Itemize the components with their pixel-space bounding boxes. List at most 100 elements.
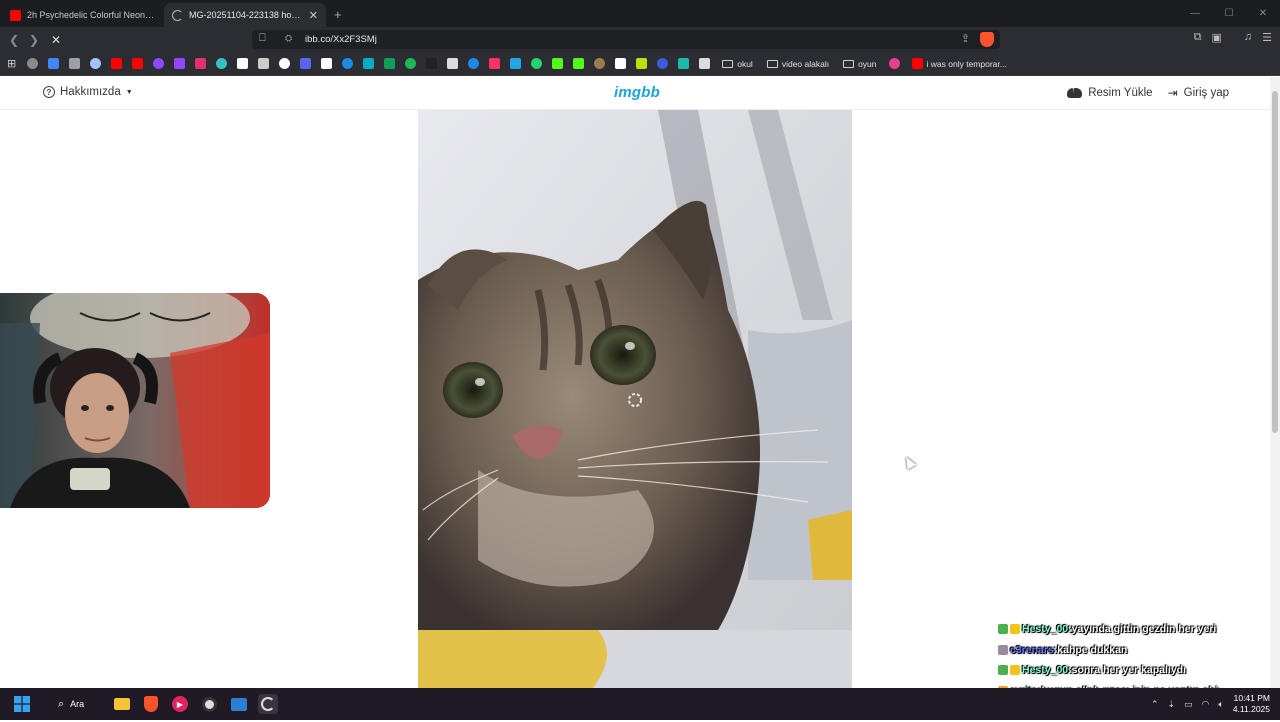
upload-button[interactable]: Resim Yükle [1067, 85, 1153, 100]
cloud-upload-icon [1067, 85, 1083, 98]
bookmark-site-icon[interactable] [153, 58, 165, 69]
bookmark-site-icon[interactable] [447, 58, 459, 69]
bookmark-site-icon[interactable] [468, 58, 480, 69]
clock[interactable]: 10:41 PM 4.11.2025 [1233, 693, 1270, 715]
bookmark-site-icon[interactable] [90, 58, 102, 69]
sidebar-icon[interactable]: ▣ [1211, 31, 1221, 44]
bookmark-site-icon[interactable] [237, 58, 249, 69]
bookmark-site-icon[interactable] [678, 58, 690, 69]
volume-icon[interactable]: 🔈︎ [1218, 699, 1223, 710]
display-icon[interactable]: ▭ [1184, 699, 1193, 710]
system-tray: ⌃ ⇣ ▭ ◠ 🔈︎ 10:41 PM 4.11.2025 [1151, 688, 1280, 720]
bookmark-site-icon[interactable] [258, 58, 270, 69]
bookmark-site-icon[interactable] [27, 58, 39, 69]
windows-start-icon[interactable] [12, 694, 32, 714]
tab-title: 2h Psychedelic Colorful Neon Backg [27, 10, 156, 20]
bookmark-site-icon[interactable] [321, 58, 333, 69]
bookmark-site-icon[interactable] [573, 58, 585, 69]
page-scrollbar[interactable] [1270, 77, 1280, 688]
bookmark-site-icon[interactable] [111, 58, 123, 69]
extensions-icon[interactable]: ⧉ [1194, 31, 1202, 44]
media-icon[interactable]: ♫ [1244, 31, 1252, 44]
bookmark-site-icon[interactable] [426, 58, 438, 69]
url-text[interactable]: ibb.co/Xx2F3SMj [305, 34, 377, 45]
bookmark-site-icon[interactable] [300, 58, 312, 69]
upload-label: Resim Yükle [1088, 87, 1153, 99]
menu-icon[interactable]: ☰ [1262, 31, 1272, 44]
hosted-cat-photo[interactable] [418, 110, 852, 688]
webcam-feed [0, 293, 270, 508]
bookmark-pink-icon[interactable] [888, 58, 900, 69]
apps-grid-icon[interactable]: ⊞ [7, 57, 16, 70]
bookmark-site-icon[interactable] [615, 58, 627, 69]
file-explorer-icon[interactable] [112, 694, 132, 714]
bookmark-site-icon[interactable] [216, 58, 228, 69]
window-controls: — ☐ ✕ [1178, 0, 1280, 27]
back-icon[interactable]: ❮ [4, 30, 24, 50]
streamer-webcam-overlay [0, 293, 270, 508]
tab-imgbb[interactable]: MG-20251104-223138 hosted at ✕ [164, 3, 326, 27]
search-icon: ⌕ [58, 697, 65, 710]
scrollbar-thumb[interactable] [1272, 91, 1278, 433]
share-icon[interactable]: ⇪ [961, 32, 970, 45]
bookmark-site-icon[interactable] [195, 58, 207, 69]
bookmark-youtube-video[interactable]: i was only temporar... [911, 58, 1007, 69]
bookmark-site-icon[interactable] [510, 58, 522, 69]
bookmark-folder-oyun[interactable]: oyun [843, 59, 877, 69]
bookmark-folder-video[interactable]: video alakalı [766, 59, 829, 69]
toolbar-right: ⧉ ▣ ♫ ☰ [1194, 31, 1272, 44]
minimize-icon[interactable]: — [1178, 0, 1212, 27]
bookmark-site-icon[interactable] [132, 58, 144, 69]
sign-in-icon: ⇥ [1167, 86, 1178, 100]
site-info-icon[interactable]: ⛭ [285, 33, 292, 44]
brave-shields-icon[interactable] [980, 32, 994, 47]
browser-toolbar: ❮ ❯ ✕ ⎕ ⛭ ibb.co/Xx2F3SMj ⇪ ⧉ ▣ ♫ ☰ [0, 27, 1280, 52]
bookmark-site-icon[interactable] [531, 58, 543, 69]
bookmark-site-icon[interactable] [594, 58, 606, 69]
bookmark-site-icon[interactable] [69, 58, 81, 69]
bookmark-site-icon[interactable] [342, 58, 354, 69]
forward-icon[interactable]: ❯ [24, 30, 44, 50]
imgbb-logo[interactable]: imgbb [614, 84, 660, 101]
chat-text: sonra her yer kapalıydı [1071, 664, 1187, 677]
folder-icon [722, 59, 734, 68]
bookmark-site-icon[interactable] [405, 58, 417, 69]
about-menu[interactable]: ? Hakkımızda ▼ [43, 86, 133, 98]
tab-youtube[interactable]: 2h Psychedelic Colorful Neon Backg [2, 3, 164, 27]
maximize-icon[interactable]: ☐ [1212, 0, 1246, 27]
bookmark-site-icon[interactable] [363, 58, 375, 69]
youtube-icon [911, 58, 923, 69]
window-close-icon[interactable]: ✕ [1246, 0, 1280, 27]
address-bar[interactable]: ⎕ ⛭ ibb.co/Xx2F3SMj ⇪ [252, 30, 1000, 49]
windows-taskbar: ⌕ Ara ▶ ⌃ ⇣ ▭ ◠ 🔈︎ 10:41 PM 4.11.2025 [0, 688, 1280, 720]
bookmark-folder-okul[interactable]: okul [722, 59, 753, 69]
new-tab-button[interactable]: + [334, 7, 342, 22]
imgbb-header: ? Hakkımızda ▼ imgbb Resim Yükle ⇥ Giriş… [0, 77, 1270, 110]
bookmark-site-icon[interactable] [48, 58, 60, 69]
bookmark-site-icon[interactable] [279, 58, 291, 69]
obs-icon[interactable] [199, 694, 219, 714]
folder-icon [843, 59, 855, 68]
bookmark-site-icon[interactable] [384, 58, 396, 69]
bookmark-site-icon[interactable] [636, 58, 648, 69]
photos-icon[interactable] [229, 694, 249, 714]
chevron-up-icon[interactable]: ⌃ [1151, 699, 1159, 710]
bookmark-site-icon[interactable] [552, 58, 564, 69]
cat-image [418, 110, 852, 688]
bookmark-site-icon[interactable] [657, 58, 669, 69]
bookmark-site-icon[interactable] [699, 58, 711, 69]
youtube-icon [10, 9, 21, 21]
taskbar-search[interactable]: ⌕ Ara [52, 694, 104, 714]
browser-active-icon[interactable] [258, 694, 278, 714]
bookmark-icon[interactable]: ⎕ [259, 32, 266, 45]
media-player-icon[interactable]: ▶ [170, 694, 190, 714]
stop-loading-icon[interactable]: ✕ [46, 30, 66, 50]
network-icon[interactable]: ⇣ [1167, 699, 1175, 710]
wifi-icon[interactable]: ◠ [1202, 699, 1210, 710]
bookmark-site-icon[interactable] [489, 58, 501, 69]
login-button[interactable]: ⇥ Giriş yap [1168, 86, 1229, 100]
brave-browser-icon[interactable] [141, 694, 161, 714]
close-tab-icon[interactable]: ✕ [309, 9, 318, 22]
tab-title: MG-20251104-223138 hosted at [189, 10, 303, 20]
bookmark-site-icon[interactable] [174, 58, 186, 69]
